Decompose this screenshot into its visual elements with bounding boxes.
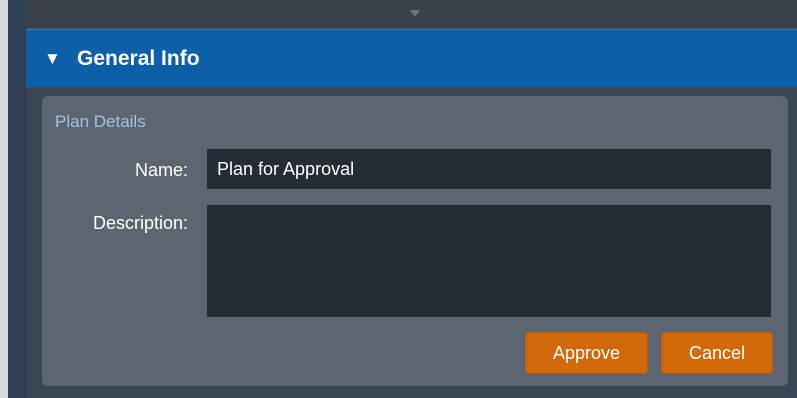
general-info-header[interactable]: ▼ General Info (26, 29, 797, 87)
window: ▼ General Info Plan Details Name: Descri… (0, 0, 797, 398)
section-title[interactable]: General Info (77, 45, 200, 73)
splitter-arrow-icon[interactable] (410, 10, 420, 17)
left-edge (0, 0, 8, 398)
collapse-triangle-icon[interactable]: ▼ (44, 50, 61, 68)
approve-button[interactable]: Approve (525, 332, 648, 374)
cancel-button[interactable]: Cancel (661, 332, 773, 374)
name-label: Name: (134, 160, 188, 180)
name-input[interactable] (207, 149, 771, 189)
splitter-bar[interactable] (26, 0, 797, 29)
fieldset-legend: Plan Details (55, 112, 146, 131)
description-label: Description: (92, 213, 188, 233)
description-textarea[interactable] (207, 205, 771, 317)
